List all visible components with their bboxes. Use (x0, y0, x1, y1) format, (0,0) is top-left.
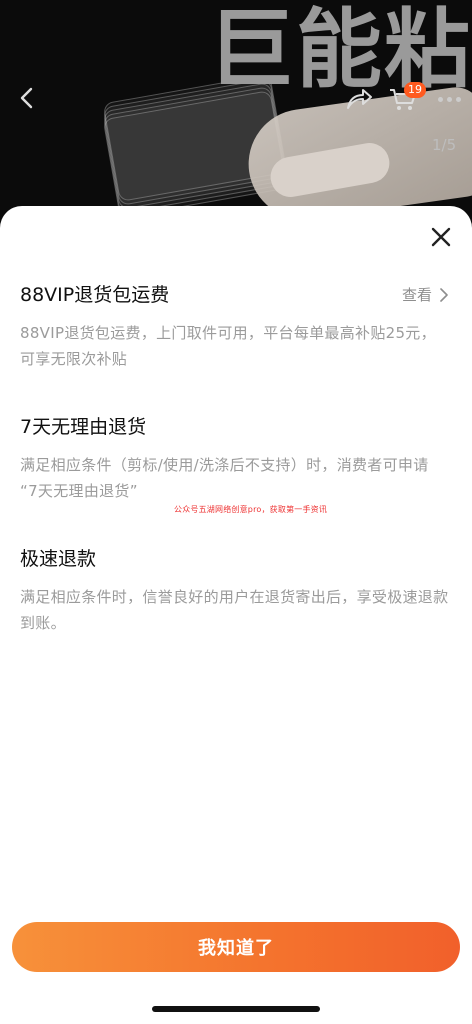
image-pager: 1/5 (432, 136, 457, 154)
share-icon (347, 89, 372, 109)
view-details-label: 查看 (401, 286, 432, 304)
view-details-link[interactable]: 查看 (402, 282, 450, 308)
more-button[interactable] (432, 86, 466, 112)
chevron-right-icon (440, 288, 448, 302)
got-it-button[interactable]: 我知道了 (12, 922, 460, 972)
more-dot (437, 96, 443, 102)
product-image[interactable]: 巨能粘 19 1/5 (0, 0, 472, 240)
service-item-88vip-return-shipping: 88VIP退货包运费 查看 88VIP退货包运费，上门取件可用，平台每单最高补贴… (20, 282, 450, 372)
service-item-description: 满足相应条件（剪标/使用/洗涤后不支持）时，消费者可申请 “7天无理由退货” (20, 456, 429, 500)
service-item-7day-return: 7天无理由退货 满足相应条件（剪标/使用/洗涤后不支持）时，消费者可申请 “7天… (20, 414, 450, 504)
service-item-title: 7天无理由退货 (20, 416, 147, 438)
product-hero-title: 巨能粘 (208, 0, 472, 100)
close-icon (431, 227, 451, 247)
more-dot (455, 96, 461, 102)
service-guarantee-sheet: 88VIP退货包运费 查看 88VIP退货包运费，上门取件可用，平台每单最高补贴… (0, 206, 472, 1024)
close-button[interactable] (426, 222, 456, 252)
chevron-left-icon (20, 87, 33, 109)
service-item-title: 88VIP退货包运费 (20, 284, 170, 306)
back-button[interactable] (14, 84, 42, 112)
share-button[interactable] (344, 84, 374, 114)
watermark-text: 公众号五湖网络创意pro，获取第一手资讯 (174, 505, 328, 514)
cart-count-badge: 19 (404, 82, 426, 98)
service-item-title: 极速退款 (20, 548, 97, 570)
service-item-description: 88VIP退货包运费，上门取件可用，平台每单最高补贴25元，可享无限次补贴 (20, 324, 436, 368)
home-indicator (152, 1006, 320, 1012)
service-item-description: 满足相应条件时，信誉良好的用户在退货寄出后，享受极速退款到账。 (20, 588, 449, 632)
more-dot (446, 96, 452, 102)
service-item-fast-refund: 极速退款 满足相应条件时，信誉良好的用户在退货寄出后，享受极速退款到账。 (20, 546, 450, 636)
